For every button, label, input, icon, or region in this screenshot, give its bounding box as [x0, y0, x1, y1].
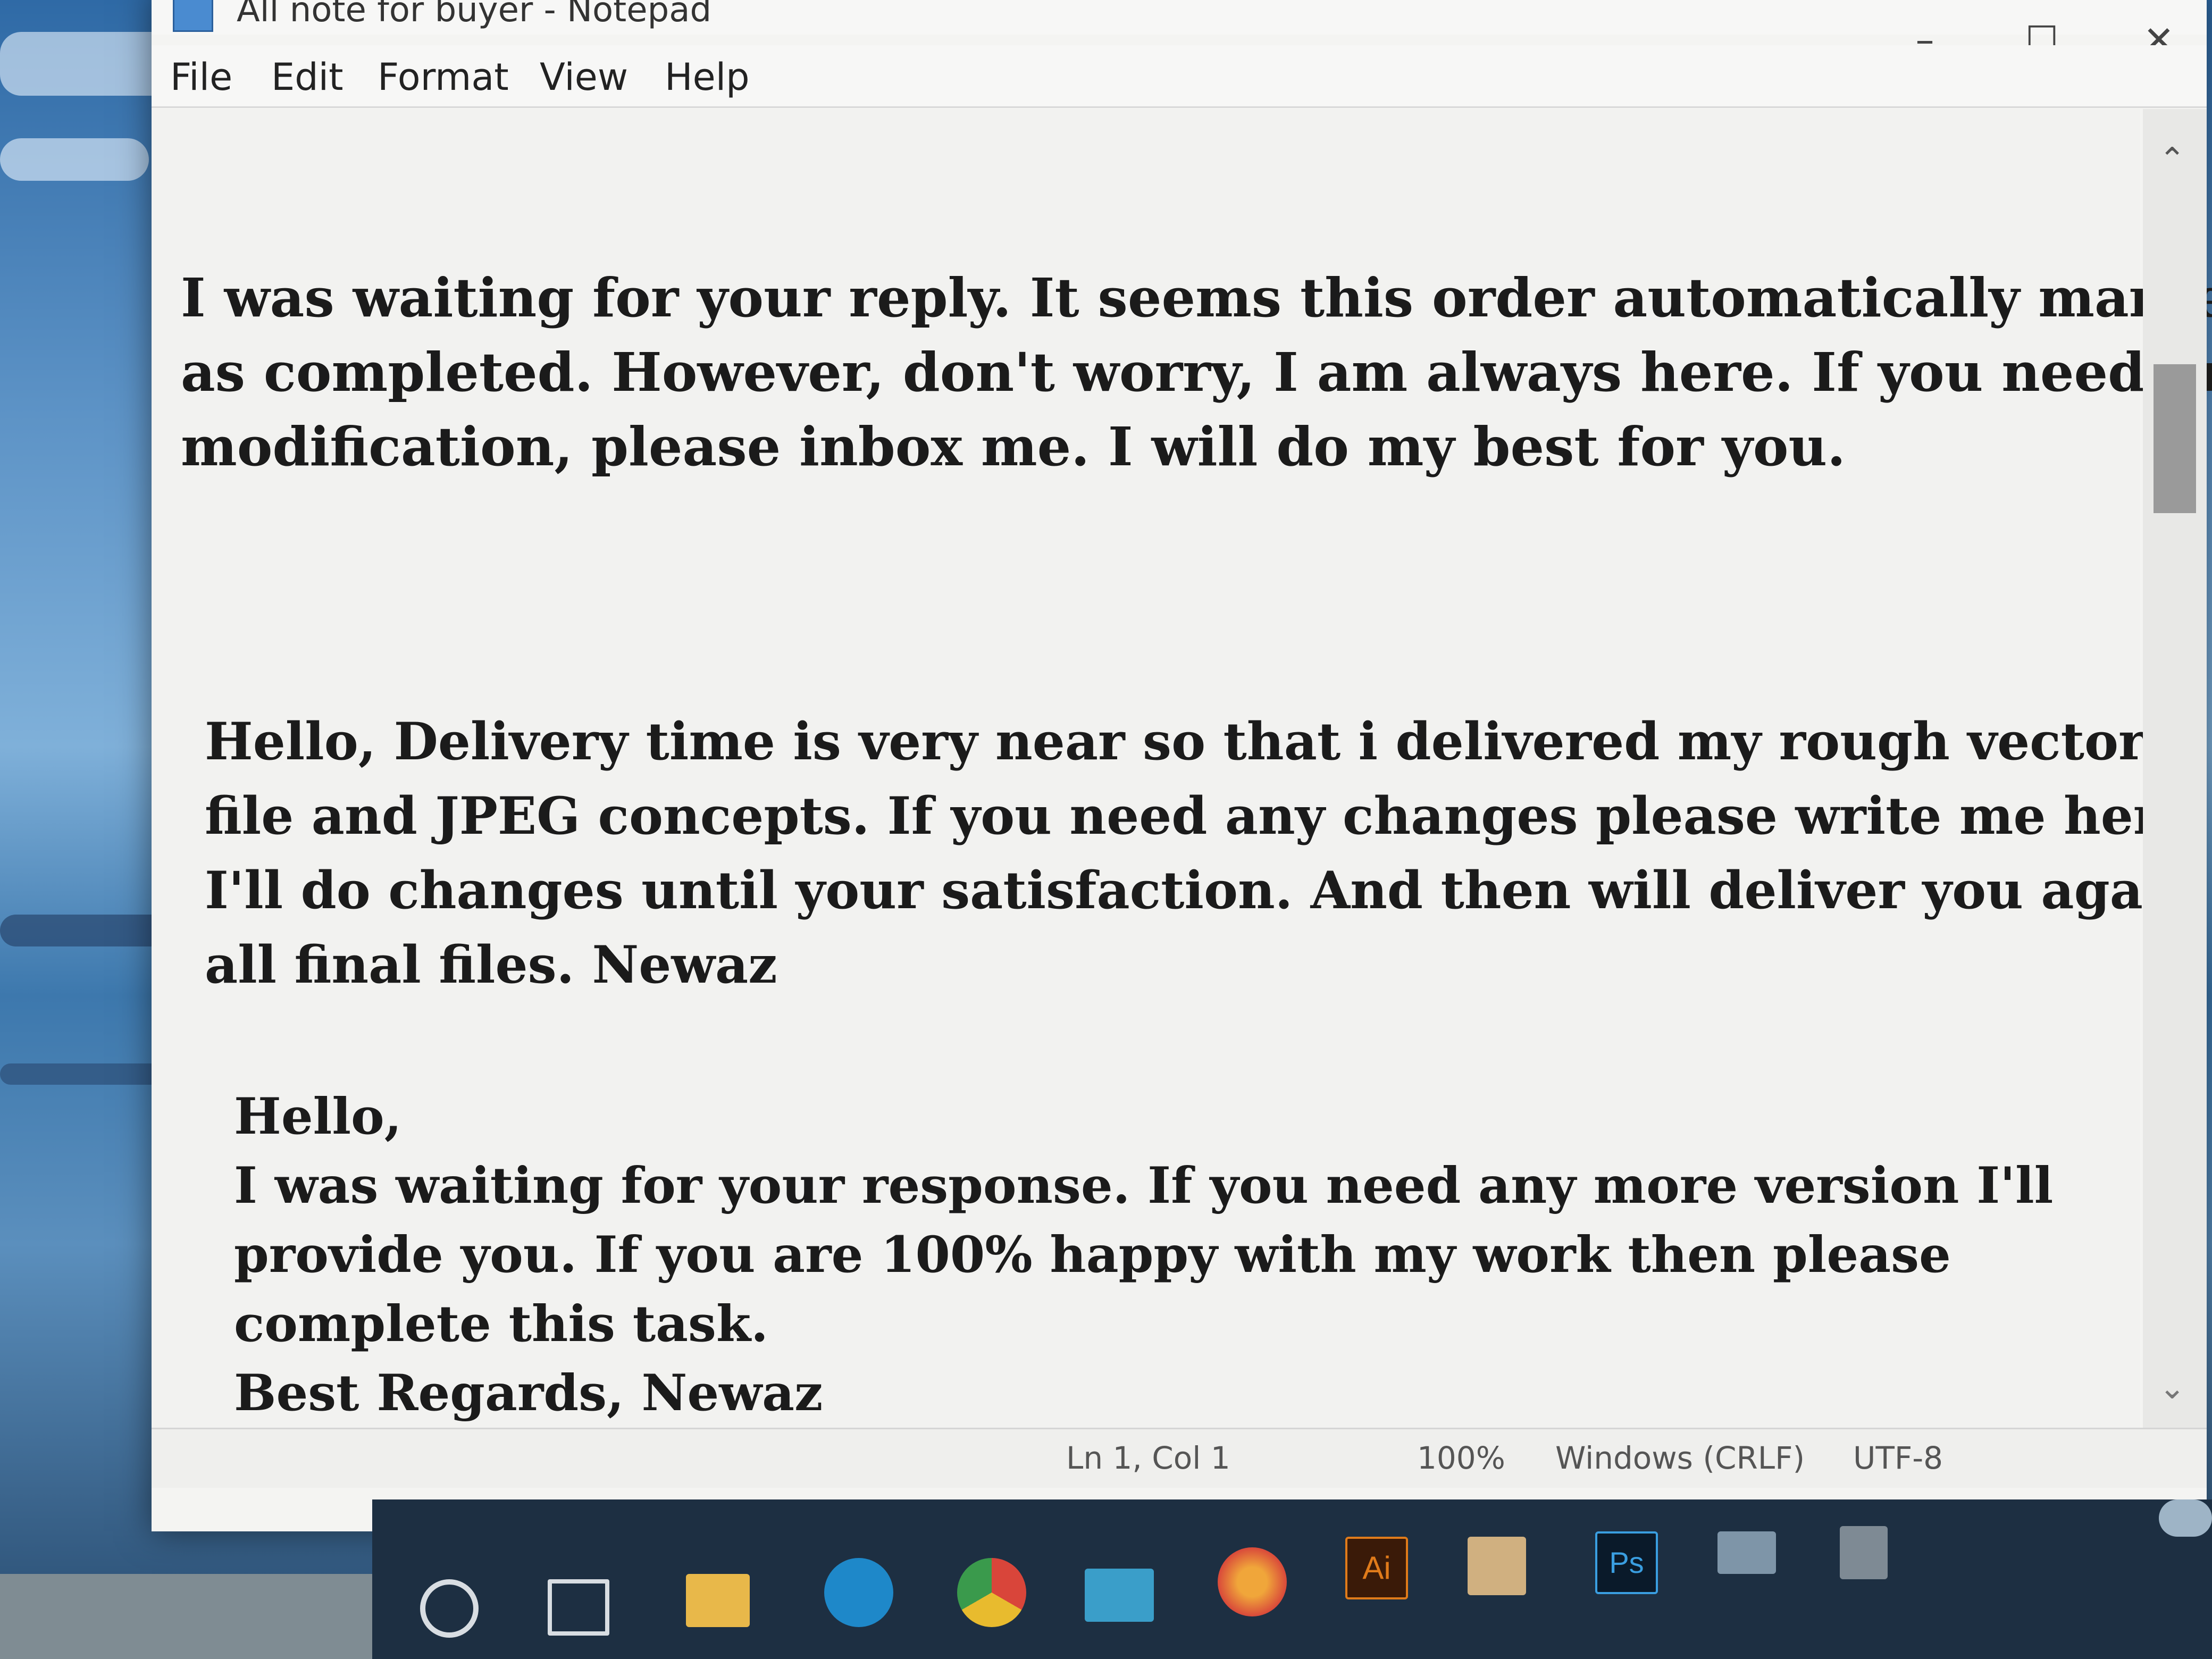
app-icon[interactable] — [1840, 1526, 1888, 1579]
chrome-icon[interactable] — [957, 1558, 1026, 1627]
store-icon[interactable] — [1468, 1537, 1526, 1595]
text-line: Hello, — [234, 1087, 402, 1146]
encoding: UTF-8 — [1853, 1440, 1943, 1476]
text-line: all final files. Newaz — [205, 935, 777, 995]
illustrator-icon[interactable]: Ai — [1345, 1537, 1408, 1599]
wallpaper-cloud — [0, 138, 149, 181]
text-line: I'll do changes until your satisfaction.… — [205, 860, 2200, 920]
desktop-background: All note for buyer - Notepad – ☐ ✕ File … — [0, 0, 2212, 1659]
photoshop-icon[interactable]: Ps — [1595, 1531, 1658, 1594]
window-title: All note for buyer - Notepad — [237, 0, 712, 30]
menu-file[interactable]: File — [170, 51, 232, 104]
text-line: provide you. If you are 100% happy with … — [234, 1226, 1951, 1284]
menu-bar: File Edit Format View Help — [152, 45, 2207, 108]
text-line: Hello, Delivery time is very near so tha… — [205, 711, 2146, 772]
text-line: file and JPEG concepts. If you need any … — [205, 786, 2210, 846]
menu-view[interactable]: View — [540, 51, 628, 104]
menu-format[interactable]: Format — [378, 51, 509, 104]
edge-icon[interactable] — [824, 1558, 893, 1627]
text-line: Best Regards, Newaz — [234, 1364, 823, 1422]
notepad-window: All note for buyer - Notepad – ☐ ✕ File … — [152, 0, 2212, 1531]
taskbar: Ai Ps — [372, 1499, 2212, 1659]
menu-edit[interactable]: Edit — [271, 51, 343, 104]
text-line: as completed. However, don't worry, I am… — [181, 341, 2212, 404]
mail-icon[interactable] — [1085, 1569, 1154, 1622]
scroll-thumb[interactable] — [2154, 364, 2196, 513]
firefox-icon[interactable] — [1218, 1547, 1287, 1616]
text-editor[interactable]: I was waiting for your reply. It seems t… — [152, 109, 2212, 1428]
vertical-scrollbar[interactable]: ⌃ ⌄ — [2143, 109, 2207, 1428]
taskbar-search-area[interactable] — [0, 1574, 372, 1659]
text-line: modification, please inbox me. I will do… — [181, 415, 1846, 478]
line-ending: Windows (CRLF) — [1555, 1440, 1805, 1476]
text-line: I was waiting for your reply. It seems t… — [181, 266, 2212, 329]
notepad-icon — [173, 0, 213, 32]
scroll-up-arrow-icon[interactable]: ⌃ — [2159, 141, 2185, 178]
cursor-position: Ln 1, Col 1 — [1066, 1440, 1230, 1476]
paragraph-2: Hello, Delivery time is very near so tha… — [205, 705, 2210, 1002]
search-circle-icon[interactable] — [420, 1579, 479, 1638]
zoom-level: 100% — [1417, 1440, 1505, 1476]
status-bar: Ln 1, Col 1 100% Windows (CRLF) UTF-8 — [152, 1428, 2207, 1488]
paragraph-1: I was waiting for your reply. It seems t… — [181, 261, 2212, 484]
text-line: I was waiting for your response. If you … — [234, 1157, 2054, 1215]
paragraph-3: Hello, I was waiting for your response. … — [234, 1082, 2053, 1428]
text-line: complete this task. — [234, 1295, 768, 1353]
folder-icon[interactable] — [1717, 1531, 1776, 1574]
title-bar[interactable]: All note for buyer - Notepad – ☐ ✕ — [152, 0, 2207, 62]
scroll-down-arrow-icon[interactable]: ⌄ — [2159, 1369, 2185, 1406]
onedrive-icon[interactable] — [2159, 1499, 2212, 1537]
menu-help[interactable]: Help — [665, 51, 750, 104]
task-view-icon[interactable] — [548, 1579, 609, 1636]
file-explorer-icon[interactable] — [686, 1574, 750, 1627]
